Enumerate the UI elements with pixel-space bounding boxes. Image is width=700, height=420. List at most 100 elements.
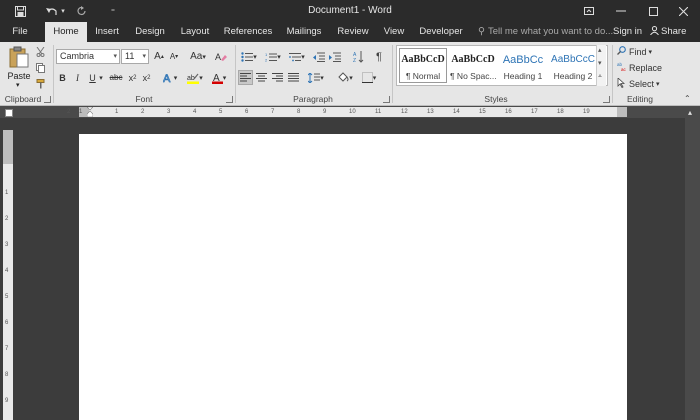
justify-icon[interactable]: [286, 70, 301, 85]
align-center-icon[interactable]: [254, 70, 269, 85]
font-size-value: 11: [125, 51, 135, 61]
bullets-icon[interactable]: ▾: [238, 49, 260, 64]
styles-gallery: AaBbCcD ¶ Normal AaBbCcD ¶ No Spac... Aa…: [396, 45, 608, 86]
style-preview: AaBbCcC: [551, 54, 595, 65]
cut-icon[interactable]: [34, 44, 46, 59]
sort-icon[interactable]: AZ: [351, 49, 365, 64]
tab-file[interactable]: File: [0, 22, 40, 42]
tab-view[interactable]: View: [378, 22, 410, 42]
align-right-icon[interactable]: [270, 70, 285, 85]
style-preview: AaBbCcD: [401, 54, 445, 65]
superscript-button[interactable]: x2: [140, 70, 153, 85]
replace-button[interactable]: ab ac Replace: [617, 60, 677, 75]
sign-in-link[interactable]: Sign in: [613, 22, 642, 42]
strikethrough-button[interactable]: abc: [108, 70, 124, 85]
tab-references[interactable]: References: [220, 22, 276, 42]
highlight-color-icon[interactable]: ab ▾: [184, 70, 206, 85]
copy-icon[interactable]: [34, 60, 46, 75]
subscript-button[interactable]: x2: [126, 70, 139, 85]
shading-icon[interactable]: ▾: [334, 70, 356, 85]
style-heading-2[interactable]: AaBbCcC Heading 2: [549, 48, 597, 83]
style-name: ¶ No Spac...: [450, 71, 496, 81]
tab-insert[interactable]: Insert: [88, 22, 126, 42]
font-color-icon[interactable]: A ▾: [208, 70, 230, 85]
svg-text:ac: ac: [621, 67, 627, 71]
person-icon: [650, 22, 661, 42]
style-heading-1[interactable]: AaBbCc Heading 1: [499, 48, 547, 83]
clear-formatting-icon[interactable]: A: [214, 49, 228, 64]
numbering-icon[interactable]: 1 2 ▾: [262, 49, 284, 64]
select-button[interactable]: Select ▾: [617, 76, 677, 91]
bold-button[interactable]: B: [56, 70, 69, 85]
line-spacing-icon[interactable]: ▾: [305, 70, 327, 85]
paste-button[interactable]: Paste ▾: [6, 46, 32, 89]
top-margin: [3, 130, 13, 164]
font-size-field[interactable]: 11 ▾: [121, 49, 149, 64]
font-dialog-launcher[interactable]: [226, 96, 233, 103]
ribbon-tab-row: File Home Insert Design Layout Reference…: [0, 22, 700, 42]
ruler-tick: 11: [375, 109, 382, 115]
collapse-ribbon-icon[interactable]: ⌃: [684, 94, 694, 104]
clipboard-dialog-launcher[interactable]: [44, 96, 51, 103]
minimize-icon[interactable]: [604, 0, 638, 22]
tab-home[interactable]: Home: [45, 22, 87, 42]
tell-me-search[interactable]: ⚲ Tell me what you want to do...: [478, 22, 613, 42]
ruler-tick: 3: [5, 242, 9, 248]
find-button[interactable]: Find ▾: [617, 44, 667, 59]
styles-more-icon[interactable]: ⩡: [598, 73, 602, 81]
italic-button[interactable]: I: [71, 70, 84, 85]
vertical-scrollbar[interactable]: ▴: [685, 106, 700, 420]
borders-icon[interactable]: ▾: [358, 70, 380, 85]
style-no-spacing[interactable]: AaBbCcD ¶ No Spac...: [449, 48, 497, 83]
shrink-font-button[interactable]: A ▾: [167, 49, 181, 64]
multilevel-list-icon[interactable]: ▾: [286, 49, 308, 64]
ruler-tick: 7: [5, 346, 9, 352]
scroll-up-icon[interactable]: ▴: [688, 108, 692, 117]
grow-font-button[interactable]: A ▴: [152, 49, 166, 64]
maximize-icon[interactable]: [636, 0, 670, 22]
underline-dropdown-icon[interactable]: ▾: [98, 70, 104, 85]
svg-text:2: 2: [265, 57, 268, 62]
chevron-down-icon[interactable]: ▾: [598, 59, 602, 67]
ruler-tick: 6: [5, 320, 9, 326]
tell-me-text: Tell me what you want to do...: [488, 26, 614, 37]
document-page[interactable]: [79, 134, 627, 420]
ruler-tick: 6: [245, 109, 249, 115]
ruler-tick: 2: [5, 216, 9, 222]
style-normal[interactable]: AaBbCcD ¶ Normal: [399, 48, 447, 83]
vertical-ruler[interactable]: 1 2 3 4 5 6 7 8 9: [3, 130, 13, 420]
tab-developer[interactable]: Developer: [414, 22, 468, 42]
share-button[interactable]: Share: [650, 22, 686, 42]
tab-design[interactable]: Design: [130, 22, 170, 42]
increase-indent-icon[interactable]: [328, 49, 342, 64]
replace-icon: ab ac: [617, 62, 629, 73]
chevron-up-icon[interactable]: ▴: [598, 46, 602, 54]
show-formatting-icon[interactable]: ¶: [372, 49, 386, 64]
align-left-icon[interactable]: [238, 70, 253, 85]
ruler-tick: 5: [5, 294, 9, 300]
paragraph-dialog-launcher[interactable]: [383, 96, 390, 103]
decrease-indent-icon[interactable]: [312, 49, 326, 64]
horizontal-ruler[interactable]: 2 1 1 2 3 4 5 6 7 8 9 10 11 12 13 14 15 …: [67, 106, 627, 118]
tab-selector[interactable]: [5, 109, 13, 117]
svg-text:Z: Z: [353, 58, 356, 63]
style-preview: AaBbCc: [502, 54, 544, 66]
close-icon[interactable]: [666, 0, 700, 22]
tab-mailings[interactable]: Mailings: [280, 22, 328, 42]
styles-scroll[interactable]: ▴ ▾ ⩡: [596, 45, 606, 86]
tab-layout[interactable]: Layout: [174, 22, 216, 42]
ruler-tick: 12: [401, 109, 408, 115]
text-effects-icon[interactable]: A ▾: [160, 70, 180, 85]
tab-review[interactable]: Review: [333, 22, 373, 42]
change-case-button[interactable]: Aa ▾: [187, 49, 209, 64]
indent-marker[interactable]: [86, 106, 94, 118]
font-name-field[interactable]: Cambria ▾: [56, 49, 120, 64]
share-label: Share: [661, 26, 687, 37]
ribbon-display-options-icon[interactable]: [572, 0, 606, 22]
ruler-tick: 3: [167, 109, 171, 115]
ruler-tick: 8: [297, 109, 301, 115]
right-margin: [617, 107, 627, 117]
styles-dialog-launcher[interactable]: [603, 96, 610, 103]
group-divider: [392, 45, 393, 103]
format-painter-icon[interactable]: [34, 76, 46, 91]
